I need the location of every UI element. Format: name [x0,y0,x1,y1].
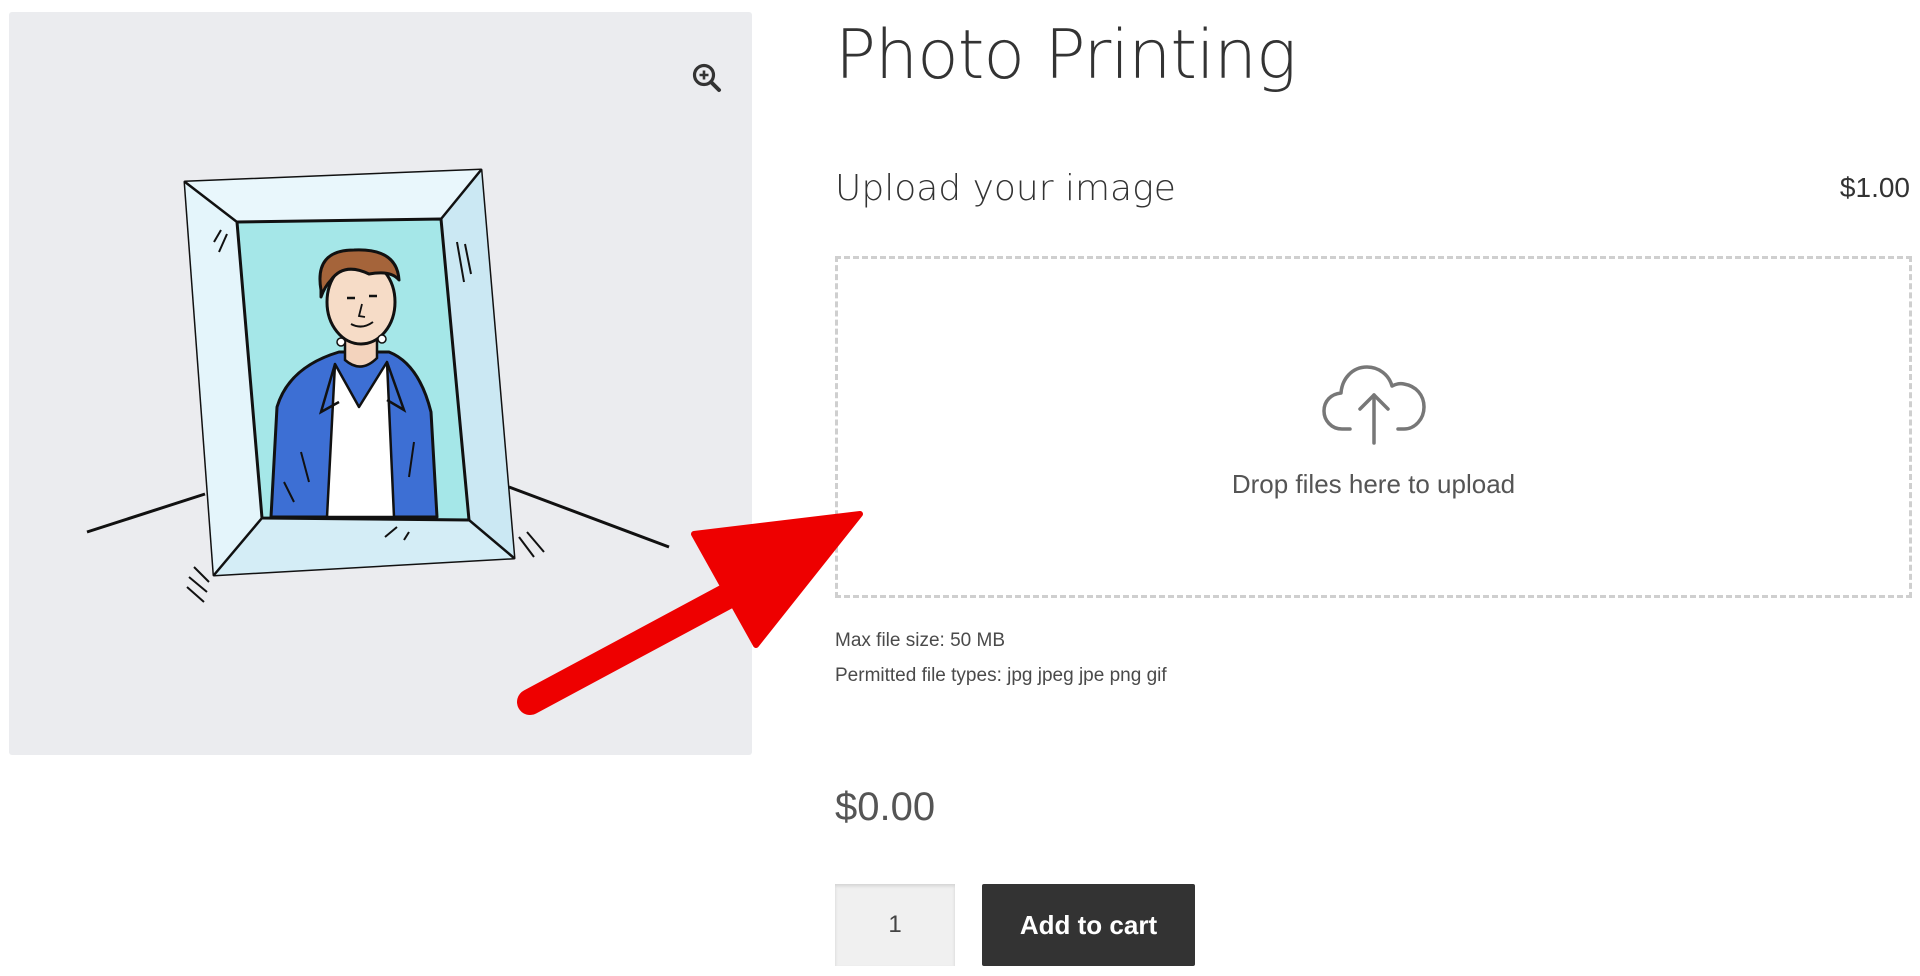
permitted-file-types: Permitted file types: jpg jpeg jpe png g… [835,665,1167,686]
zoom-in-icon [692,63,721,92]
framed-portrait-illustration [86,168,670,603]
product-image-gallery[interactable] [9,12,752,755]
quantity-input[interactable] [835,884,955,966]
dropzone-text: Drop files here to upload [1231,469,1516,499]
max-file-size: Max file size: 50 MB [835,630,1005,651]
zoom-button[interactable] [679,50,735,106]
product-title: Photo Printing [835,16,1297,95]
file-dropzone[interactable]: Drop files here to upload [835,256,1912,598]
upload-field-price: $1.00 [1839,172,1910,203]
upload-field-label: Upload your image [835,168,1176,209]
cloud-upload-icon [1322,365,1426,445]
total-price: $0.00 [835,785,936,829]
add-to-cart-button[interactable]: Add to cart [982,884,1195,966]
